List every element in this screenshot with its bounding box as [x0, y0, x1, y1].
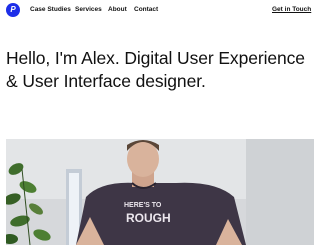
nav-link-case-studies[interactable]: Case Studies [30, 6, 71, 13]
nav-link-about[interactable]: About [108, 6, 127, 13]
nav-link-services[interactable]: Services [75, 6, 102, 13]
nav-link-contact[interactable]: Contact [134, 6, 158, 13]
hero-photo: HERE'S TO ROUGH [6, 139, 314, 245]
top-navigation: P Case Studies Services About Contact Ge… [0, 0, 320, 22]
portrait-image: HERE'S TO ROUGH [6, 139, 314, 245]
get-in-touch-link[interactable]: Get in Touch [272, 6, 311, 13]
hero-headline: Hello, I'm Alex. Digital User Experience… [6, 48, 305, 91]
shirt-text-line2: ROUGH [126, 211, 171, 225]
logo-button[interactable]: P [6, 3, 20, 17]
shirt-text-line1: HERE'S TO [124, 202, 162, 209]
logo-letter: P [10, 5, 16, 14]
